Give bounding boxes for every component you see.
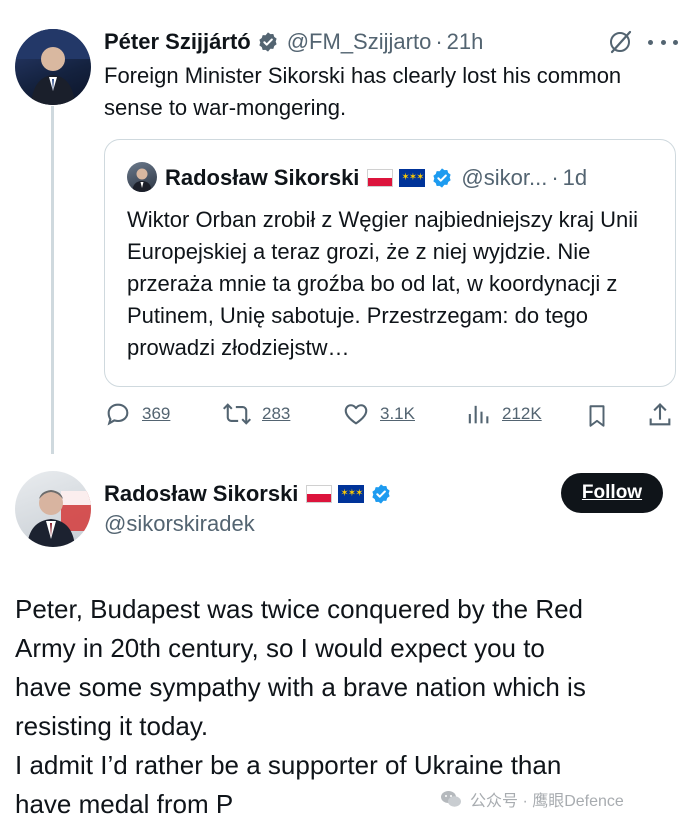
verified-icon xyxy=(372,484,391,504)
quote-header: Radosław Sikorski ✶✶✶ @sikor... · 1d xyxy=(165,162,587,194)
grok-icon[interactable] xyxy=(606,28,634,56)
reply-icon xyxy=(107,403,129,426)
quote-text: Wiktor Orban zrobił z Węgier najbiedniej… xyxy=(127,207,639,360)
watermark: 公众号 · 鹰眼Defence xyxy=(440,787,624,811)
avatar-photo xyxy=(15,29,91,105)
tweet-header: Péter Szijjártó @FM_Szijjarto · 21h xyxy=(104,26,483,58)
avatar[interactable] xyxy=(15,29,91,105)
reply-header: Radosław Sikorski ✶✶✶ xyxy=(104,477,392,511)
bookmark-icon[interactable] xyxy=(584,402,610,430)
separator: · xyxy=(435,29,443,54)
action-bar: 369 283 3.1K 212K xyxy=(104,400,676,432)
author-handle[interactable]: @sikorskiradek xyxy=(104,511,255,537)
share-icon[interactable] xyxy=(646,401,674,429)
avatar-photo xyxy=(27,490,91,547)
poland-flag-icon xyxy=(306,485,333,503)
view-count: 212K xyxy=(502,404,542,423)
follow-button[interactable]: Follow xyxy=(561,473,663,513)
author-name[interactable]: Radosław Sikorski xyxy=(104,481,298,507)
more-icon[interactable] xyxy=(648,28,678,56)
quote-timestamp[interactable]: 1d xyxy=(563,165,587,191)
avatar[interactable] xyxy=(15,471,91,547)
eu-flag-icon: ✶✶✶ xyxy=(338,485,365,503)
reply-text-line: I admit I’d rather be a supporter of Ukr… xyxy=(15,750,562,780)
like-button[interactable]: 3.1K xyxy=(342,400,415,428)
like-count: 3.1K xyxy=(380,404,415,423)
reply-text-line: have some sympathy with a brave nation w… xyxy=(15,672,586,702)
tweet-text: Foreign Minister Sikorski has clearly lo… xyxy=(104,63,622,120)
repost-button[interactable]: 283 xyxy=(222,400,290,428)
separator: · xyxy=(551,165,559,190)
poland-flag-icon xyxy=(367,169,394,187)
reply-text-line: Army in 20th century, so I would expect … xyxy=(15,633,545,663)
author-name[interactable]: Péter Szijjártó xyxy=(104,29,251,55)
repost-count: 283 xyxy=(262,404,291,423)
quote-author-name[interactable]: Radosław Sikorski xyxy=(165,165,359,191)
quote-author-handle[interactable]: @sikor... xyxy=(461,165,547,191)
text-fade-overlay xyxy=(250,788,440,827)
wechat-icon xyxy=(441,791,461,807)
views-button[interactable]: 212K xyxy=(464,400,542,428)
eu-flag-icon: ✶✶✶ xyxy=(399,169,426,187)
repost-icon xyxy=(222,403,252,425)
author-handle[interactable]: @FM_Szijjarto xyxy=(287,29,432,55)
watermark-text: 公众号 · 鹰眼Defence xyxy=(470,793,624,810)
quote-avatar xyxy=(127,162,157,192)
heart-icon xyxy=(344,404,368,425)
quote-tweet-card[interactable]: Radosław Sikorski ✶✶✶ @sikor... · 1d Wik… xyxy=(104,139,676,387)
reply-count: 369 xyxy=(142,404,171,423)
verified-icon xyxy=(433,168,452,188)
quote-avatar-photo xyxy=(132,168,152,192)
timestamp[interactable]: 21h xyxy=(447,29,484,55)
verified-icon xyxy=(259,32,277,52)
views-icon xyxy=(468,405,489,424)
reply-text-line: Peter, Budapest was twice conquered by t… xyxy=(15,594,584,624)
reply-text-line: resisting it today. xyxy=(15,711,209,741)
reply-button[interactable]: 369 xyxy=(104,400,170,428)
thread-line xyxy=(51,106,54,454)
